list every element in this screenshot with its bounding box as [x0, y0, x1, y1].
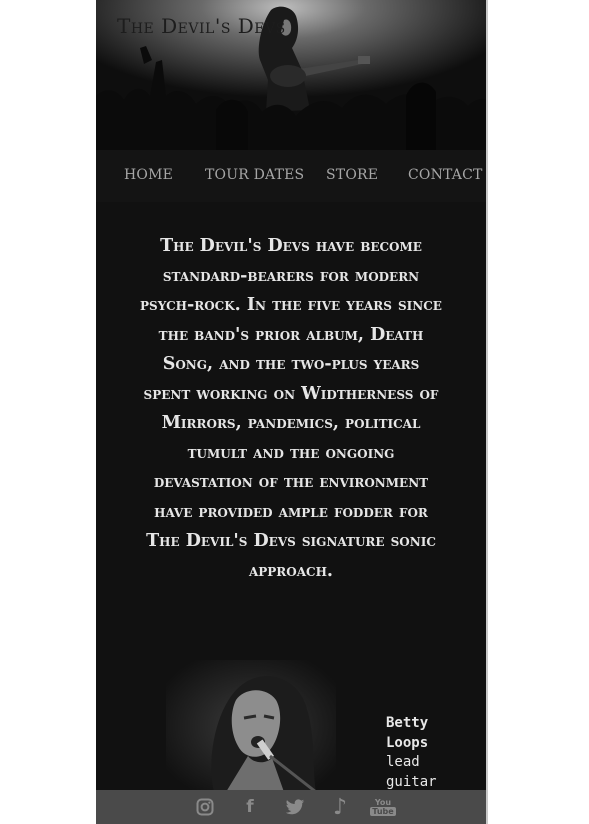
main-nav: HOME TOUR DATES STORE CONTACT — [96, 150, 486, 202]
nav-item-tour-dates[interactable]: TOUR DATES — [205, 167, 304, 183]
footer-social-bar: f ♪ You Tube — [96, 790, 486, 824]
hero-banner: The Devil's Devs — [96, 0, 486, 150]
facebook-icon[interactable]: f — [239, 796, 261, 818]
member-name: Betty Loops — [386, 715, 429, 751]
page-frame: The Devil's Devs HOME TOUR DATES STORE C… — [96, 0, 486, 824]
nav-item-store[interactable]: STORE — [326, 167, 378, 183]
member-role: lead guitar — [386, 754, 437, 790]
youtube-icon-bottom: Tube — [370, 807, 396, 816]
member-caption: Betty Loops lead guitar — [386, 714, 446, 792]
youtube-icon-top: You — [374, 798, 392, 807]
site-title[interactable]: The Devil's Devs — [117, 14, 286, 38]
viewport-edge — [486, 0, 488, 824]
member-photo — [166, 660, 336, 792]
youtube-icon[interactable]: You Tube — [370, 796, 396, 818]
music-note-icon[interactable]: ♪ — [329, 795, 351, 820]
instagram-icon[interactable] — [194, 796, 216, 818]
nav-item-home[interactable]: HOME — [124, 167, 173, 183]
twitter-icon[interactable] — [284, 796, 306, 818]
band-intro-text: The Devil's Devs have become standard-be… — [140, 236, 442, 581]
nav-item-contact[interactable]: CONTACT — [408, 167, 483, 183]
